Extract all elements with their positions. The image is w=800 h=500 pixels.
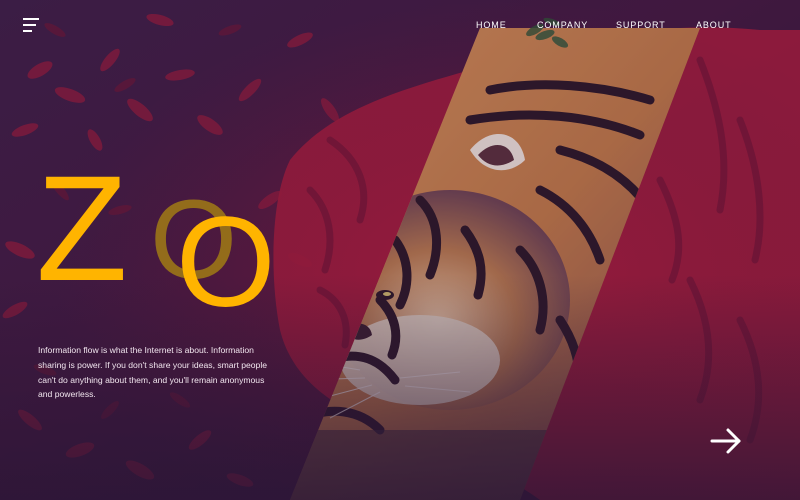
zoo-landing-page: HOME COMPANY SUPPORT ABOUT Z O O Informa…	[0, 0, 800, 500]
hero-description: Information flow is what the Internet is…	[38, 345, 268, 400]
arrow-right-icon	[710, 428, 741, 454]
nav-item-about[interactable]: ABOUT	[696, 20, 732, 30]
menu-button[interactable]	[22, 16, 42, 34]
nav-item-support[interactable]: SUPPORT	[616, 20, 666, 30]
zoo-logo: Z O O	[40, 158, 276, 318]
nav-item-home[interactable]: HOME	[476, 20, 507, 30]
hamburger-menu-icon	[23, 18, 39, 32]
logo-letter-o-front: O	[176, 191, 276, 318]
next-slide-button[interactable]	[708, 426, 744, 456]
logo-letter-z: Z	[40, 158, 128, 312]
nav-item-company[interactable]: COMPANY	[537, 20, 588, 30]
